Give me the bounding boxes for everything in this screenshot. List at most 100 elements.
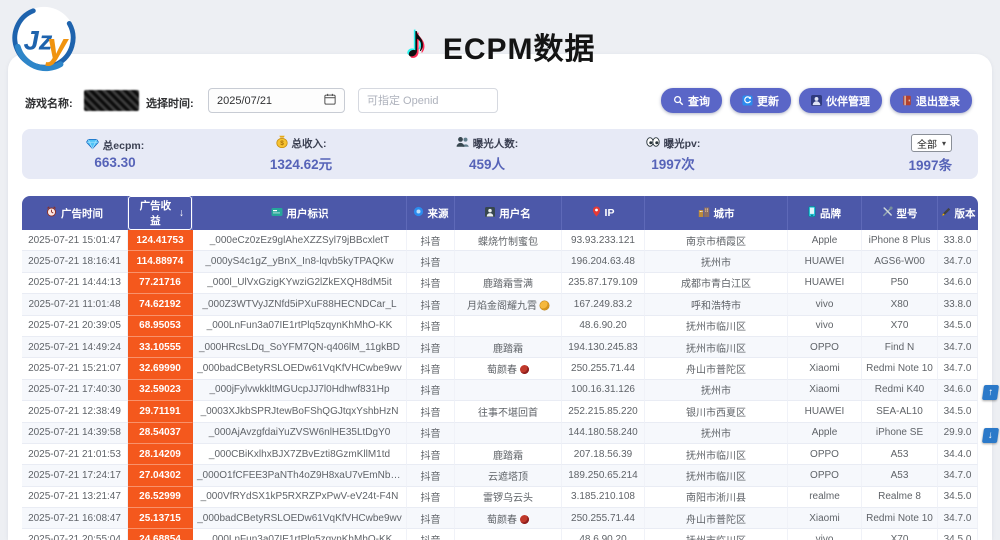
table-row: 2025-07-21 15:21:0732.69990_000badCBetyR… [22,358,978,379]
cell-version: 34.7.0 [938,337,978,358]
table-row: 2025-07-21 12:38:4929.71191_0003XJkbSPRJ… [22,401,978,422]
cell-ip: 48.6.90.20 [562,316,645,337]
cell-city: 抚州市临川区 [645,465,788,486]
cell-source: 抖音 [407,273,455,294]
stat-total-revenue: $总收入:1324.62元 [208,129,394,179]
cell-time: 2025-07-21 13:21:47 [22,487,128,508]
cell-openid: _000jFylvwkkltMGUcpJJ7l0Hdhwf831Hp [193,380,407,401]
stat-value: 663.30 [94,155,135,170]
col-header-ip[interactable]: IP [562,196,645,230]
cell-revenue: 28.54037 [128,423,193,444]
moon-emoji-icon [540,301,549,310]
cell-version: 33.8.0 [938,230,978,251]
cell-brand: HUAWEI [788,251,862,272]
col-header-username[interactable]: 用户名 [455,196,562,230]
cell-model: Redmi Note 10 [862,508,938,529]
date-picker[interactable]: 2025/07/21 [208,88,345,113]
cell-revenue: 27.04302 [128,465,193,486]
col-header-openid[interactable]: 用户标识 [193,196,407,230]
cell-username [455,251,562,272]
stats-bar: 总ecpm:663.30$总收入:1324.62元曝光人数:459人曝光pv:1… [22,129,978,179]
cell-model: X70 [862,316,938,337]
cell-version: 34.4.0 [938,444,978,465]
partner-manage-button[interactable]: 伙伴管理 [799,88,882,113]
cell-revenue: 68.95053 [128,316,193,337]
table-row: 2025-07-21 14:39:5828.54037_000AjAvzgfda… [22,423,978,444]
col-header-city[interactable]: 城市 [645,196,788,230]
range-select[interactable]: 全部 ▾ [911,134,952,152]
button-label: 查询 [688,93,710,109]
up-arrow-icon: ↑ [987,387,994,398]
clock-icon [46,206,57,220]
cell-city: 呼和浩特市 [645,294,788,315]
cell-time: 2025-07-21 14:39:58 [22,423,128,444]
cell-brand: vivo [788,316,862,337]
cell-revenue: 26.52999 [128,487,193,508]
cell-brand: Apple [788,423,862,444]
query-button[interactable]: 查询 [661,88,722,113]
cell-username [455,380,562,401]
cell-source: 抖音 [407,251,455,272]
refresh-button[interactable]: 更新 [730,88,791,113]
cell-model: Redmi K40 [862,380,938,401]
scroll-bottom-button[interactable]: ↓ [982,428,999,443]
cell-ip: 167.249.83.2 [562,294,645,315]
cell-revenue: 124.41753 [128,230,193,251]
cell-openid: _000badCBetyRSLOEDw61VqKfVHCwbe9wv [193,508,407,529]
col-label: 广告收益 [136,198,175,228]
cell-time: 2025-07-21 15:21:07 [22,358,128,379]
game-name-value-censored[interactable] [84,90,139,111]
cell-source: 抖音 [407,337,455,358]
openid-input[interactable] [358,88,498,113]
cell-version: 34.7.0 [938,508,978,529]
col-header-source[interactable]: 来源 [407,196,455,230]
cell-username: 月焰金阁耀九霄 [455,294,562,315]
cell-version: 34.5.0 [938,529,978,540]
col-header-brand[interactable]: 品牌 [788,196,862,230]
cell-model: iPhone SE [862,423,938,444]
cell-ip: 207.18.56.39 [562,444,645,465]
cell-city: 南京市栖霞区 [645,230,788,251]
cell-source: 抖音 [407,487,455,508]
page-header: ♪♪♪ ECPM数据 [0,24,1000,74]
cell-source: 抖音 [407,401,455,422]
down-arrow-icon: ↓ [987,430,994,441]
cell-source: 抖音 [407,358,455,379]
cell-version: 34.6.0 [938,380,978,401]
cell-brand: vivo [788,294,862,315]
cell-model: Redmi Note 10 [862,358,938,379]
col-header-version[interactable]: 版本 [938,196,978,230]
ecpm-table: 广告时间 广告收益↓用户标识来源 用户名 IP 城市 品牌 型号版本 2025-07-21 … [22,196,978,540]
stat-value: 1997次 [651,153,695,173]
col-label: 广告时间 [61,206,103,221]
cell-openid: _0003XJkbSPRJtewBoFShQGJtqxYshbHzN [193,401,407,422]
cell-openid: _000VfRYdSX1kP5RXRZPxPwV-eV24t-F4N [193,487,407,508]
cell-source: 抖音 [407,316,455,337]
cell-openid: _000Z3WTVyJZNfd5iPXuF88HECNDCar_L [193,294,407,315]
col-label: 城市 [714,206,735,221]
revenue-sort-button[interactable]: 广告收益↓ [128,196,192,230]
pin-icon [592,206,601,220]
cell-openid: _000CBiKxlhxBJX7ZBvEzti8GzmKllM1td [193,444,407,465]
cell-time: 2025-07-21 11:01:48 [22,294,128,315]
col-header-time[interactable]: 广告时间 [22,196,128,230]
col-header-revenue[interactable]: 广告收益↓ [128,196,193,230]
col-header-model[interactable]: 型号 [862,196,938,230]
cell-ip: 100.16.31.126 [562,380,645,401]
logout-button[interactable]: 退出登录 [890,88,972,113]
cell-ip: 144.180.58.240 [562,423,645,444]
col-label: 用户名 [499,206,531,221]
cell-revenue: 114.88974 [128,251,193,272]
cell-version: 33.8.0 [938,294,978,315]
eyes-icon [646,137,660,150]
time-select-label: 选择时间: [146,95,194,111]
scroll-top-button[interactable]: ↑ [982,385,999,400]
col-label: IP [605,207,615,219]
cell-version: 34.7.0 [938,358,978,379]
table-row: 2025-07-21 20:39:0568.95053_000LnFun3a07… [22,316,978,337]
table-row: 2025-07-21 15:01:47124.41753_000eCz0zEz9… [22,230,978,251]
table-row: 2025-07-21 13:21:4726.52999_000VfRYdSX1k… [22,487,978,508]
record-count: 1997条 [908,154,952,174]
jzy-logo-icon: Jz y [10,4,78,72]
col-label: 品牌 [820,206,841,221]
